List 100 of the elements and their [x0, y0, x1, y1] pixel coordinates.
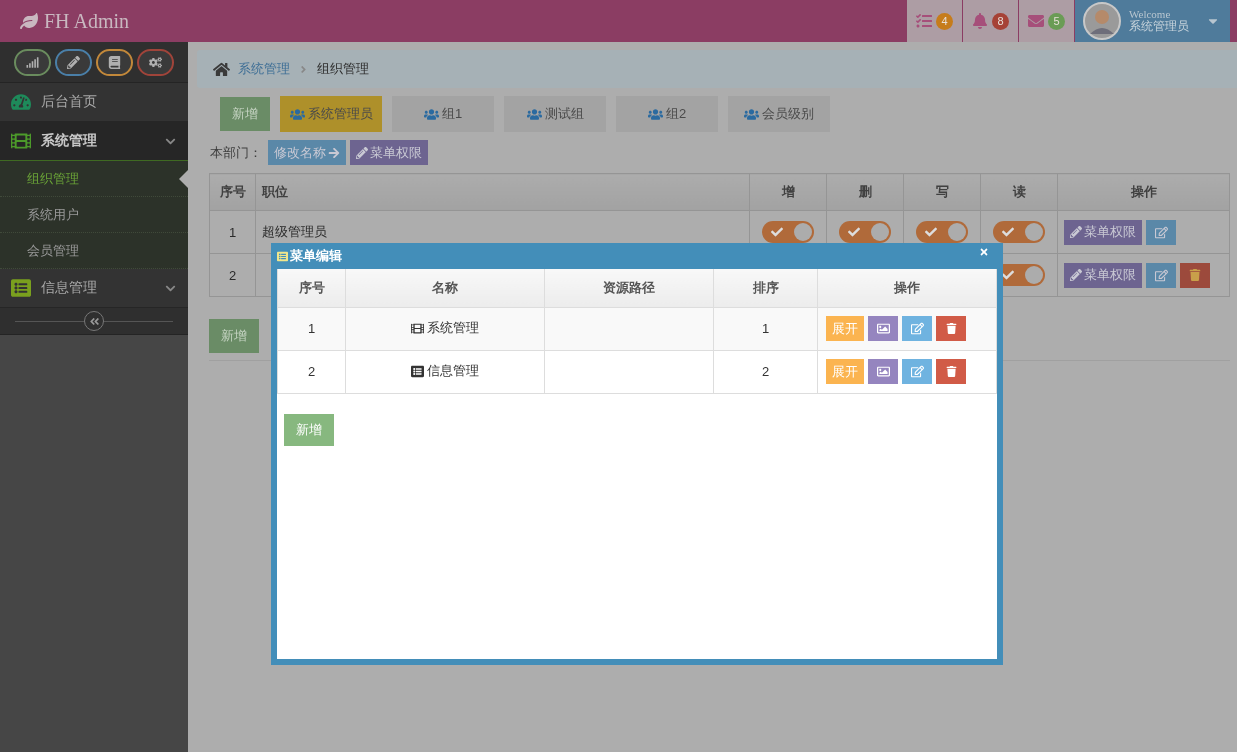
- group-tab[interactable]: 测试组: [504, 96, 606, 132]
- nav-subitem[interactable]: 会员管理: [0, 233, 188, 269]
- column-header: 读: [980, 173, 1058, 211]
- table-cell: 1: [277, 307, 346, 350]
- column-header: 职位: [255, 173, 750, 211]
- nav-item[interactable]: 系统管理: [0, 122, 188, 161]
- users-icon: [744, 106, 759, 122]
- film-icon: [11, 131, 31, 151]
- collapse-button[interactable]: [84, 311, 104, 331]
- edit-button[interactable]: [902, 316, 932, 341]
- shortcut-button[interactable]: [137, 48, 174, 76]
- group-tab[interactable]: 组1: [392, 96, 494, 132]
- group-tab[interactable]: 会员级别: [728, 96, 830, 132]
- shortcut-button[interactable]: [96, 48, 133, 76]
- edit-button[interactable]: [902, 359, 932, 384]
- menu-permissions-button[interactable]: 菜单权限: [1064, 219, 1142, 245]
- delete-button[interactable]: [936, 359, 966, 384]
- close-button[interactable]: [979, 247, 989, 257]
- column-header: 增: [749, 173, 827, 211]
- count-badge: 5: [1048, 12, 1065, 30]
- avatar-icon: [1083, 2, 1121, 40]
- count-badge: 8: [992, 12, 1009, 30]
- group-tab[interactable]: 组2: [616, 96, 718, 132]
- user-menu[interactable]: Welcome 系统管理员: [1075, 0, 1230, 42]
- list-icon: [11, 278, 31, 298]
- check-icon: [925, 226, 937, 238]
- column-header: 排序: [713, 269, 818, 307]
- add-button[interactable]: 新增: [209, 319, 259, 353]
- edit-button[interactable]: [1146, 219, 1176, 245]
- edit-button[interactable]: [1146, 262, 1176, 288]
- menu-name: 信息管理: [427, 362, 479, 381]
- trash-icon: [1189, 269, 1201, 281]
- book-icon: [108, 55, 121, 69]
- pencil-icon: [356, 146, 368, 159]
- table-cell: 2: [713, 350, 818, 393]
- brand-name: FH Admin: [44, 9, 130, 33]
- pencil-icon: [1070, 226, 1082, 238]
- film-icon: [411, 321, 424, 335]
- table-cell: 2: [277, 350, 346, 393]
- notification-button[interactable]: 8: [962, 0, 1018, 42]
- menu-permissions-button[interactable]: 菜单权限: [1064, 262, 1142, 288]
- check-icon: [848, 226, 860, 238]
- users-icon: [647, 106, 663, 122]
- window-icon: [277, 250, 288, 262]
- column-header: 名称: [345, 269, 545, 307]
- signal-icon: [26, 55, 39, 69]
- nav-subitem[interactable]: 组织管理: [0, 161, 188, 197]
- trash-icon: [945, 323, 957, 334]
- users-icon: [289, 106, 305, 122]
- group-tab[interactable]: 系统管理员: [280, 96, 382, 132]
- column-header: 序号: [277, 269, 346, 307]
- leaf-icon: [20, 12, 38, 30]
- image-button[interactable]: [868, 316, 898, 341]
- check-icon: [771, 226, 783, 238]
- notification-button[interactable]: 4: [906, 0, 962, 42]
- permission-toggle[interactable]: [762, 221, 814, 243]
- nav-subitem[interactable]: 系统用户: [0, 197, 188, 233]
- home-icon: [213, 60, 230, 78]
- edit-icon: [1154, 268, 1168, 282]
- table-cell: 1: [713, 307, 818, 350]
- permission-toggle[interactable]: [916, 221, 968, 243]
- double-left-icon: [88, 315, 100, 327]
- table-cell: 1: [209, 210, 256, 254]
- expand-button[interactable]: 展开: [826, 316, 864, 341]
- separator-icon: [298, 63, 309, 75]
- notification-button[interactable]: 5: [1018, 0, 1074, 42]
- check-icon: [1002, 226, 1014, 238]
- permission-toggle[interactable]: [993, 221, 1045, 243]
- rename-button[interactable]: 修改名称: [268, 140, 346, 165]
- image-button[interactable]: [868, 359, 898, 384]
- edit-icon: [910, 322, 924, 335]
- shortcut-button[interactable]: [55, 48, 92, 76]
- add-button[interactable]: 新增: [220, 97, 270, 131]
- column-header: 序号: [209, 173, 256, 211]
- welcome-text: Welcome: [1129, 8, 1171, 21]
- user-name: 系统管理员: [1129, 20, 1190, 34]
- delete-button[interactable]: [1180, 262, 1210, 288]
- table-cell: 2: [209, 253, 256, 297]
- image-icon: [876, 322, 890, 335]
- column-header: 操作: [817, 269, 997, 307]
- nav-item[interactable]: 后台首页: [0, 83, 188, 122]
- nav-item[interactable]: 信息管理: [0, 269, 188, 308]
- expand-button[interactable]: 展开: [826, 359, 864, 384]
- delete-button[interactable]: [936, 316, 966, 341]
- permission-toggle[interactable]: [839, 221, 891, 243]
- shortcut-button[interactable]: [14, 48, 51, 76]
- dashboard-icon: [11, 92, 31, 112]
- trash-icon: [945, 366, 957, 377]
- column-header: 写: [903, 173, 981, 211]
- arrow-icon: [328, 146, 340, 159]
- edit-icon: [910, 365, 924, 378]
- users-icon: [423, 106, 439, 122]
- add-button[interactable]: 新增: [284, 413, 334, 446]
- menu-permissions-button[interactable]: 菜单权限: [350, 140, 428, 165]
- count-badge: 4: [936, 12, 953, 30]
- column-header: 资源路径: [544, 269, 714, 307]
- pencil-icon: [1070, 269, 1082, 281]
- users-icon: [526, 106, 542, 122]
- mail-icon: [1028, 13, 1044, 29]
- breadcrumb-link[interactable]: 系统管理: [238, 60, 290, 78]
